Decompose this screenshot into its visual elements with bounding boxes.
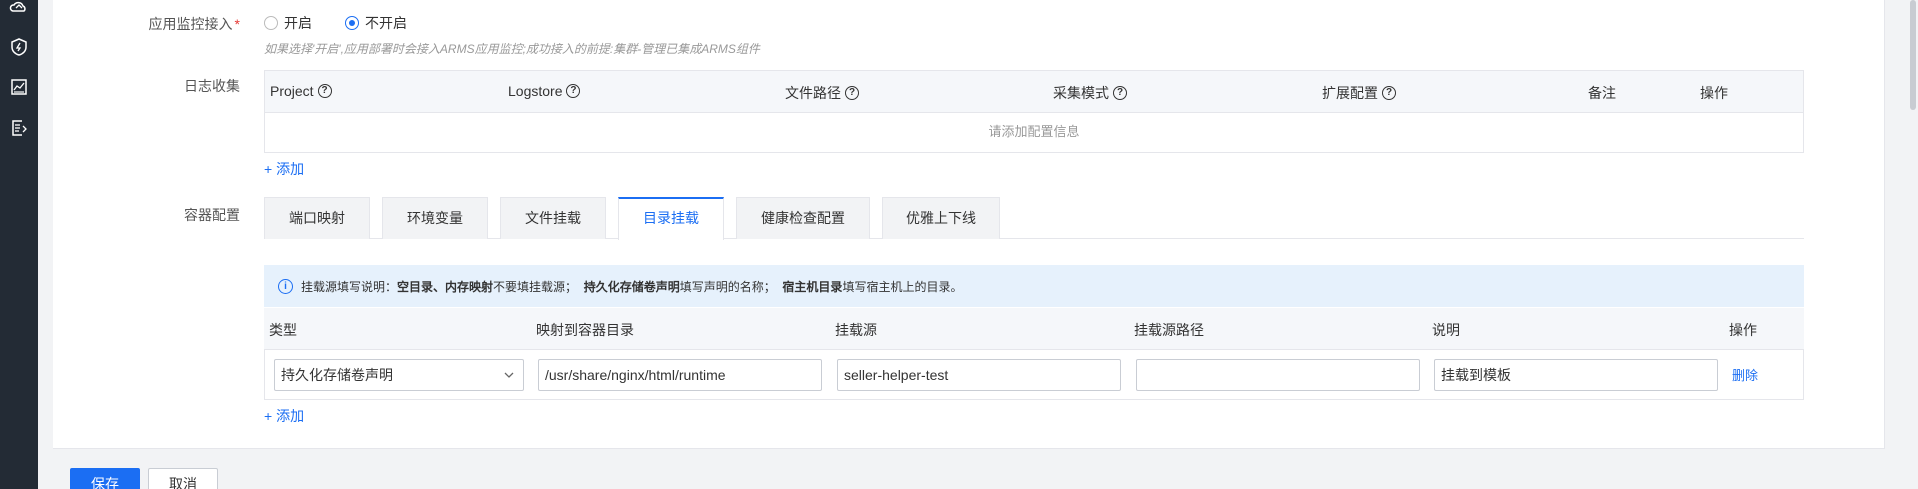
log-col-extend: 扩展配置? bbox=[1322, 83, 1396, 103]
scrollbar-thumb[interactable] bbox=[1910, 0, 1916, 110]
tab-graceful[interactable]: 优雅上下线 bbox=[882, 197, 1000, 239]
chevron-down-icon bbox=[504, 372, 514, 378]
help-icon[interactable]: ? bbox=[1382, 86, 1396, 100]
radio-circle-checked[interactable] bbox=[345, 16, 359, 30]
mount-type-select[interactable]: 持久化存储卷声明 bbox=[274, 359, 524, 391]
delete-link[interactable]: 删除 bbox=[1732, 365, 1758, 384]
mount-add-link[interactable]: + 添加 bbox=[264, 406, 304, 426]
help-icon[interactable]: ? bbox=[566, 84, 581, 98]
container-label: 容器配置 bbox=[184, 207, 240, 223]
mount-type-value: 持久化存储卷声明 bbox=[281, 367, 393, 383]
source-path-input[interactable] bbox=[1136, 359, 1420, 391]
footer-divider bbox=[53, 448, 1885, 449]
export-icon[interactable] bbox=[9, 118, 29, 138]
container-tabs: 端口映射 环境变量 文件挂载 目录挂载 健康检查配置 优雅上下线 bbox=[264, 197, 1804, 240]
tab-port-mapping[interactable]: 端口映射 bbox=[264, 197, 370, 239]
mount-col-action: 操作 bbox=[1729, 322, 1757, 338]
shield-icon[interactable] bbox=[9, 37, 29, 57]
mount-row: 持久化存储卷声明 /usr/share/nginx/html/runtime s… bbox=[264, 350, 1804, 400]
tab-env-vars[interactable]: 环境变量 bbox=[382, 197, 488, 239]
monitor-hint: 如果选择'开启',应用部署时会接入ARMS应用监控;成功接入的前提:集群-管理已… bbox=[264, 42, 760, 56]
source-input[interactable]: seller-helper-test bbox=[837, 359, 1121, 391]
log-table-header: Project? Logstore? 文件路径? 采集模式? 扩展配置? 备注 … bbox=[265, 71, 1803, 113]
help-icon[interactable]: ? bbox=[317, 84, 332, 98]
help-icon[interactable]: ? bbox=[845, 86, 859, 100]
radio-monitor-on[interactable]: 开启 bbox=[264, 13, 312, 33]
required-mark: * bbox=[234, 16, 240, 32]
tab-file-mount[interactable]: 文件挂载 bbox=[500, 197, 606, 239]
info-text: 挂载源填写说明：空目录、内存映射不要填挂载源； 持久化存储卷声明填写声明的名称；… bbox=[301, 279, 963, 294]
tab-health-check[interactable]: 健康检查配置 bbox=[736, 197, 870, 239]
radio-circle[interactable] bbox=[264, 16, 278, 30]
cancel-button[interactable]: 取消 bbox=[148, 468, 218, 489]
mount-col-container-path: 映射到容器目录 bbox=[536, 322, 634, 338]
mount-table-header: 类型 映射到容器目录 挂载源 挂载源路径 说明 操作 bbox=[264, 308, 1804, 350]
log-col-action: 操作 bbox=[1700, 85, 1728, 101]
log-empty-text: 请添加配置信息 bbox=[988, 124, 1080, 139]
radio-label-off: 不开启 bbox=[365, 15, 407, 31]
cloud-icon[interactable] bbox=[9, 0, 29, 17]
log-add-link[interactable]: + 添加 bbox=[264, 159, 304, 179]
log-col-logstore: Logstore? bbox=[508, 83, 581, 99]
save-button[interactable]: 保存 bbox=[70, 468, 140, 489]
mount-table: 类型 映射到容器目录 挂载源 挂载源路径 说明 操作 持久化存储卷声明 /usr… bbox=[264, 308, 1804, 400]
description-input[interactable]: 挂载到模板 bbox=[1434, 359, 1718, 391]
log-table: Project? Logstore? 文件路径? 采集模式? 扩展配置? 备注 … bbox=[264, 70, 1804, 153]
page-scrollbar[interactable] bbox=[1908, 0, 1918, 489]
radio-label-on: 开启 bbox=[284, 15, 312, 31]
mount-col-source-path: 挂载源路径 bbox=[1134, 322, 1204, 338]
monitor-label-wrap: 应用监控接入 * bbox=[149, 14, 240, 34]
chart-icon[interactable] bbox=[9, 77, 29, 97]
tab-dir-mount[interactable]: 目录挂载 bbox=[618, 197, 724, 240]
left-sidebar bbox=[0, 0, 38, 489]
monitor-label: 应用监控接入 bbox=[148, 16, 233, 32]
container-path-input[interactable]: /usr/share/nginx/html/runtime bbox=[538, 359, 822, 391]
mount-col-description: 说明 bbox=[1432, 322, 1460, 338]
log-label: 日志收集 bbox=[184, 78, 240, 94]
mount-info-bar: i 挂载源填写说明：空目录、内存映射不要填挂载源； 持久化存储卷声明填写声明的名… bbox=[264, 265, 1804, 307]
log-col-project: Project? bbox=[270, 83, 332, 99]
log-col-filepath: 文件路径? bbox=[785, 83, 859, 103]
mount-col-type: 类型 bbox=[269, 322, 297, 338]
radio-monitor-off[interactable]: 不开启 bbox=[345, 13, 407, 33]
help-icon[interactable]: ? bbox=[1113, 86, 1127, 100]
log-col-remark: 备注 bbox=[1588, 85, 1616, 101]
mount-col-source: 挂载源 bbox=[835, 322, 877, 338]
log-col-mode: 采集模式? bbox=[1053, 83, 1127, 103]
info-icon: i bbox=[278, 278, 293, 294]
